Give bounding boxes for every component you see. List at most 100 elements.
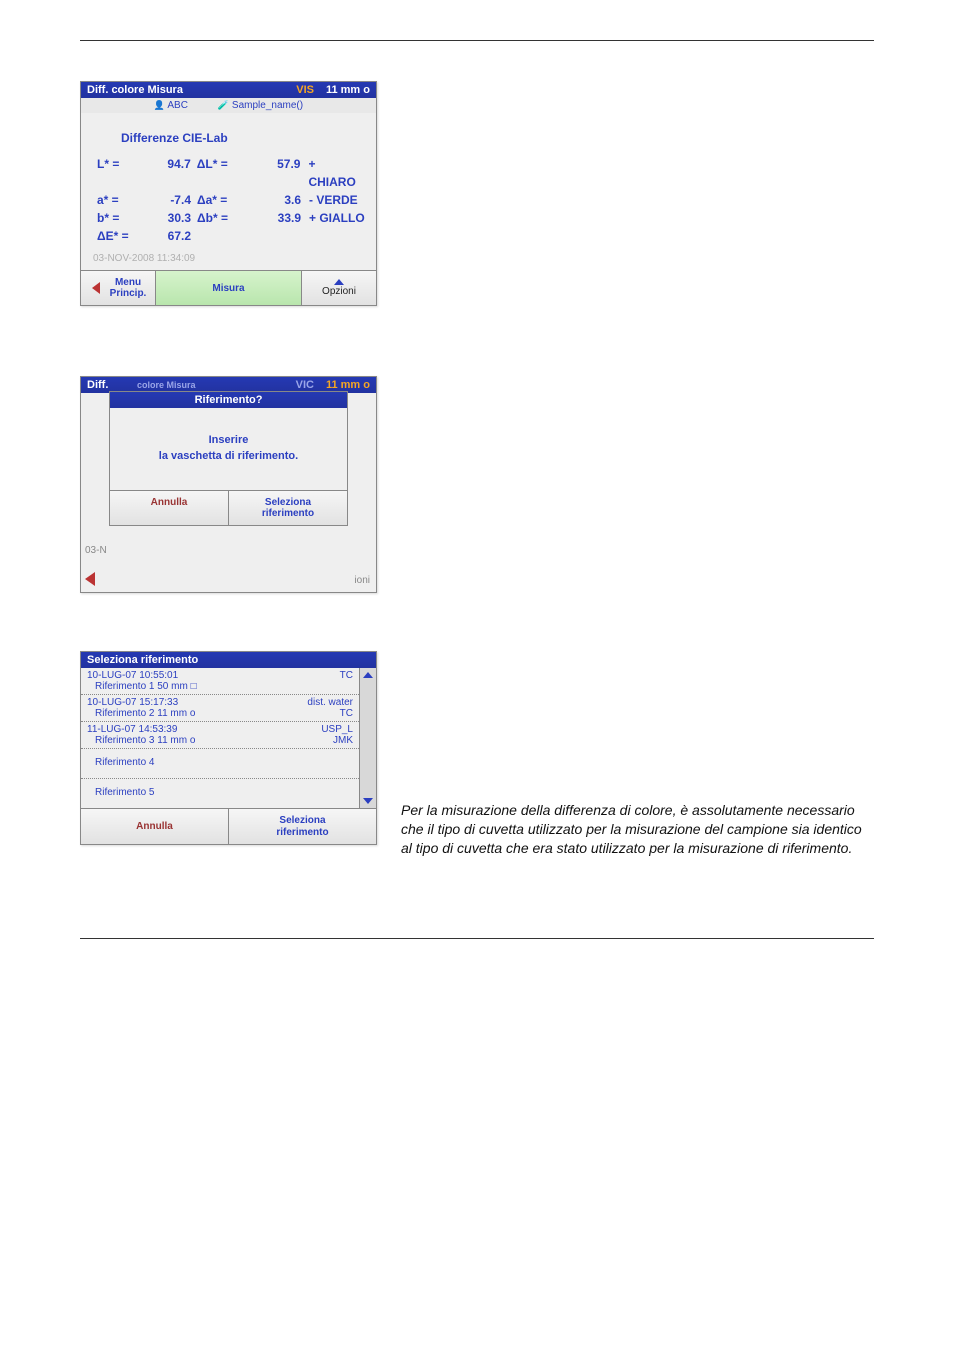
measure-panel: Diff. colore Misura VIS 11 mm o ABC Samp… <box>80 81 377 306</box>
ref-name: Riferimento 1 50 mm □ <box>87 681 197 692</box>
reference-list-body: 10-LUG-07 10:55:01 Riferimento 1 50 mm □… <box>81 668 376 808</box>
lab-dE: ΔE* = <box>97 227 143 245</box>
up-icon <box>334 279 344 285</box>
val-b: 30.3 <box>143 209 197 227</box>
reference-list: 10-LUG-07 10:55:01 Riferimento 1 50 mm □… <box>81 668 359 808</box>
annulla-label: Annulla <box>151 497 188 508</box>
ref-r1: dist. water <box>307 697 353 708</box>
modal-body: Inserire la vaschetta di riferimento. <box>110 408 347 490</box>
reading-row: ΔE* = 67.2 <box>97 227 366 245</box>
title: Seleziona riferimento <box>87 654 198 666</box>
seleziona-l1: Seleziona <box>279 815 325 826</box>
title-mode: VIS <box>296 84 314 96</box>
dval-L: 57.9 <box>249 155 305 191</box>
word-a: - VERDE <box>305 191 358 209</box>
reference-prompt-panel: Diff. colore Misura VIC 11 mm o 03-N ion… <box>80 376 377 593</box>
title-right: 11 mm o <box>326 84 370 96</box>
bg-title-mode: VIC <box>296 379 314 391</box>
seleziona-l1: Seleziona <box>265 497 311 508</box>
modal-line1: Inserire <box>209 434 249 446</box>
dlab-a: Δa* = <box>197 191 249 209</box>
scroll-down-icon[interactable] <box>363 798 373 804</box>
seleziona-l2: riferimento <box>276 827 328 838</box>
bg-timestamp-fragment: 03-N <box>85 545 107 556</box>
ref-r2: TC <box>340 670 353 681</box>
subbar: ABC Sample_name() <box>81 98 376 113</box>
word-b: + GIALLO <box>305 209 365 227</box>
scroll-up-icon[interactable] <box>363 672 373 678</box>
bg-title-right: 11 mm o <box>326 379 370 391</box>
menu-l1: Menu <box>115 277 141 288</box>
opzioni-button[interactable]: Opzioni <box>302 271 376 305</box>
lab-L: L* = <box>97 155 143 191</box>
menu-l2: Princip. <box>110 288 147 299</box>
reading-row: b* = 30.3 Δb* = 33.9 + GIALLO <box>97 209 366 227</box>
lab-a: a* = <box>97 191 143 209</box>
modal-button-bar: Annulla Seleziona riferimento <box>110 490 347 525</box>
seleziona-l2: riferimento <box>262 508 314 519</box>
reference-modal: Riferimento? Inserire la vaschetta di ri… <box>109 391 348 526</box>
scrollbar[interactable] <box>359 668 376 808</box>
dlab-L: ΔL* = <box>197 155 249 191</box>
word-L: + CHIARO <box>304 155 366 191</box>
annulla-button[interactable]: Annulla <box>81 809 229 844</box>
panel-body: Differenze CIE-Lab L* = 94.7 ΔL* = 57.9 … <box>81 113 376 270</box>
bg-title-left: Diff. <box>87 379 108 391</box>
ref-name: Riferimento 5 <box>95 787 154 798</box>
val-dE: 67.2 <box>143 227 197 245</box>
section-title: Differenze CIE-Lab <box>121 131 366 145</box>
ref-r2: TC <box>307 708 353 719</box>
title-right-group: VIS 11 mm o <box>296 84 370 96</box>
title-left: Diff. colore Misura <box>87 84 183 96</box>
lab-b: b* = <box>97 209 143 227</box>
reference-row-empty[interactable]: Riferimento 4 <box>81 749 359 779</box>
seleziona-riferimento-button[interactable]: Seleziona riferimento <box>229 809 376 844</box>
footer-rule <box>80 938 874 939</box>
button-bar: Menu Princip. Misura Opzioni <box>81 270 376 305</box>
ref-r2: JMK <box>321 735 353 746</box>
ref-r1: USP_L <box>321 724 353 735</box>
timestamp: 03-NOV-2008 11:34:09 <box>93 253 366 264</box>
bg-title-mid: colore Misura <box>137 380 196 390</box>
titlebar: Diff. colore Misura VIS 11 mm o <box>81 82 376 98</box>
person-icon <box>154 100 165 111</box>
ref-name: Riferimento 2 11 mm o <box>87 708 195 719</box>
important-note: Per la misurazione della differenza di c… <box>401 801 874 858</box>
misura-button[interactable]: Misura <box>156 271 302 305</box>
val-L: 94.7 <box>143 155 197 191</box>
modal-line2: la vaschetta di riferimento. <box>116 450 341 462</box>
readings-block: L* = 94.7 ΔL* = 57.9 + CHIARO a* = -7.4 … <box>97 155 366 245</box>
ref-name: Riferimento 3 11 mm o <box>87 735 195 746</box>
operator-label: ABC <box>154 100 188 111</box>
val-a: -7.4 <box>143 191 197 209</box>
reference-row-empty[interactable]: Riferimento 5 <box>81 779 359 808</box>
titlebar: Seleziona riferimento <box>81 652 376 668</box>
reference-row[interactable]: 10-LUG-07 10:55:01 Riferimento 1 50 mm □… <box>81 668 359 695</box>
reference-row[interactable]: 11-LUG-07 14:53:39 Riferimento 3 11 mm o… <box>81 722 359 749</box>
back-icon <box>90 280 106 296</box>
beaker-icon <box>218 100 229 111</box>
sample-label: Sample_name() <box>218 100 303 111</box>
annulla-label: Annulla <box>136 821 173 832</box>
annulla-button[interactable]: Annulla <box>110 491 229 525</box>
select-reference-panel: Seleziona riferimento 10-LUG-07 10:55:01… <box>80 651 377 845</box>
button-bar: Annulla Seleziona riferimento <box>81 808 376 844</box>
reading-row: a* = -7.4 Δa* = 3.6 - VERDE <box>97 191 366 209</box>
dval-a: 3.6 <box>249 191 305 209</box>
reference-row[interactable]: 10-LUG-07 15:17:33 Riferimento 2 11 mm o… <box>81 695 359 722</box>
modal-title: Riferimento? <box>110 392 347 408</box>
misura-label: Misura <box>212 283 244 294</box>
dlab-b: Δb* = <box>197 209 249 227</box>
header-rule <box>80 40 874 41</box>
main-menu-button[interactable]: Menu Princip. <box>81 271 156 305</box>
ref-timestamp: 11-LUG-07 14:53:39 <box>87 724 195 735</box>
bg-options-fragment: ioni <box>354 575 370 586</box>
back-icon[interactable] <box>85 570 103 588</box>
bg-title-right-group: VIC 11 mm o <box>296 379 370 391</box>
ref-timestamp: 10-LUG-07 15:17:33 <box>87 697 195 708</box>
reading-row: L* = 94.7 ΔL* = 57.9 + CHIARO <box>97 155 366 191</box>
opzioni-label: Opzioni <box>322 286 356 297</box>
ref-timestamp: 10-LUG-07 10:55:01 <box>87 670 197 681</box>
seleziona-riferimento-button[interactable]: Seleziona riferimento <box>229 491 347 525</box>
ref-name: Riferimento 4 <box>95 757 154 768</box>
